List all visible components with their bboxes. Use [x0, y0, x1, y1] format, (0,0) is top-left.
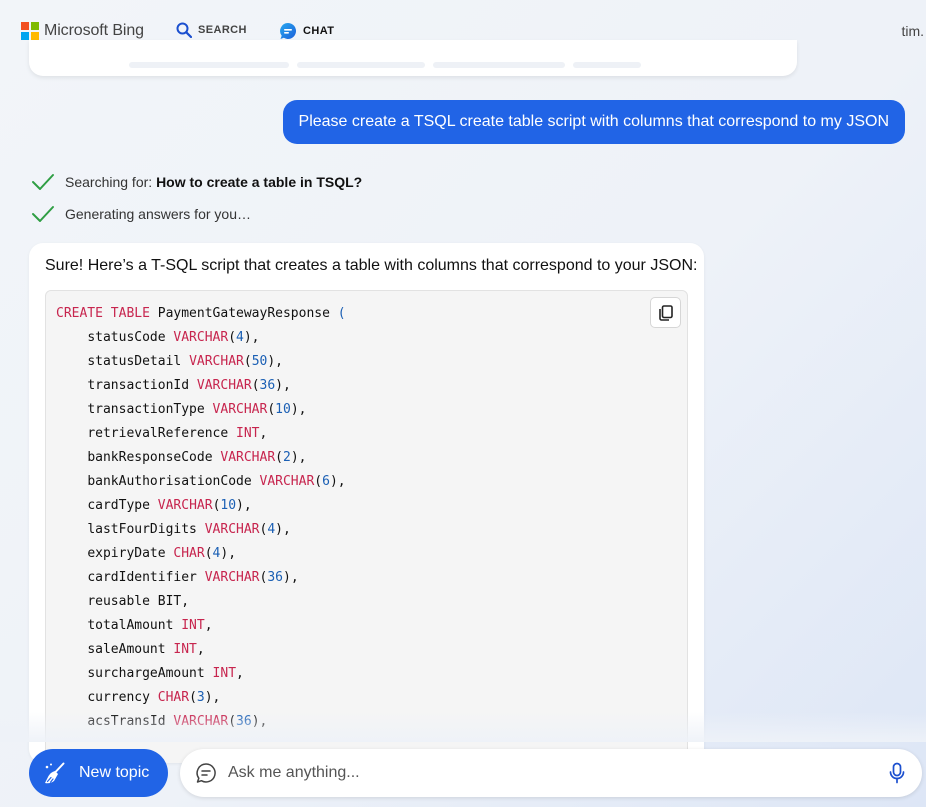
code-line: expiryDate CHAR(4),: [87, 546, 237, 561]
status-searching-prefix: Searching for:: [65, 174, 157, 190]
code-line: totalAmount INT,: [87, 618, 213, 633]
code-line: bankAuthorisationCode VARCHAR(6),: [87, 474, 346, 489]
status-generating: Generating answers for you…: [31, 204, 251, 224]
bottom-fade: [0, 712, 926, 742]
code-line: transactionType VARCHAR(10),: [87, 402, 307, 417]
code-line: bankResponseCode VARCHAR(2),: [87, 450, 307, 465]
copy-icon: [658, 304, 673, 321]
chat-icon: [280, 22, 297, 39]
code-line: transactionId VARCHAR(36),: [87, 378, 291, 393]
code-line: lastFourDigits VARCHAR(4),: [87, 522, 291, 537]
microsoft-logo-icon: [21, 22, 39, 40]
code-line: reusable BIT,: [87, 594, 190, 609]
nav-search-label: SEARCH: [198, 24, 247, 36]
check-icon: [32, 206, 54, 222]
user-message-bubble: Please create a TSQL create table script…: [282, 100, 905, 144]
logo-text: Microsoft Bing: [44, 22, 144, 39]
new-topic-button[interactable]: New topic: [29, 749, 168, 797]
search-icon: [176, 22, 192, 38]
status-generating-text: Generating answers for you…: [65, 206, 251, 222]
status-searching-query[interactable]: How to create a table in TSQL?: [156, 174, 362, 190]
nav-chat-label: CHAT: [303, 25, 335, 37]
previous-message-card: [29, 40, 797, 76]
new-topic-label: New topic: [79, 764, 150, 781]
broom-icon: [45, 762, 65, 784]
ask-input[interactable]: [228, 759, 868, 787]
code-line: currency CHAR(3),: [87, 690, 221, 705]
code-line: CREATE TABLE PaymentGatewayResponse (: [56, 306, 346, 321]
copy-code-button[interactable]: [650, 297, 681, 328]
answer-intro-text: Sure! Here’s a T-SQL script that creates…: [45, 257, 698, 274]
code-line: saleAmount INT,: [87, 642, 205, 657]
bot-answer-card: Sure! Here’s a T-SQL script that creates…: [29, 243, 704, 763]
ask-input-container: [180, 749, 922, 797]
microphone-icon[interactable]: [888, 762, 906, 784]
previous-suggestion-chip[interactable]: [573, 62, 641, 68]
previous-suggestion-chip[interactable]: [129, 62, 289, 68]
bing-logo[interactable]: Microsoft Bing: [21, 22, 144, 40]
code-line: cardIdentifier VARCHAR(36),: [87, 570, 299, 585]
check-icon: [32, 174, 54, 190]
previous-suggestion-chip[interactable]: [433, 62, 565, 68]
code-block: CREATE TABLE PaymentGatewayResponse ( st…: [45, 290, 688, 763]
chat-bubble-icon: [196, 763, 216, 783]
status-searching: Searching for: How to create a table in …: [31, 172, 362, 192]
previous-suggestion-chip[interactable]: [297, 62, 425, 68]
code-line: statusDetail VARCHAR(50),: [87, 354, 283, 369]
nav-chat-tab[interactable]: CHAT: [279, 22, 334, 40]
code-content: CREATE TABLE PaymentGatewayResponse ( st…: [56, 302, 346, 734]
nav-search-tab[interactable]: SEARCH: [176, 22, 247, 38]
user-name[interactable]: tim.: [901, 23, 924, 39]
code-line: retrievalReference INT,: [87, 426, 268, 441]
code-line: surchargeAmount INT,: [87, 666, 244, 681]
code-line: cardType VARCHAR(10),: [87, 498, 252, 513]
code-line: statusCode VARCHAR(4),: [87, 330, 260, 345]
